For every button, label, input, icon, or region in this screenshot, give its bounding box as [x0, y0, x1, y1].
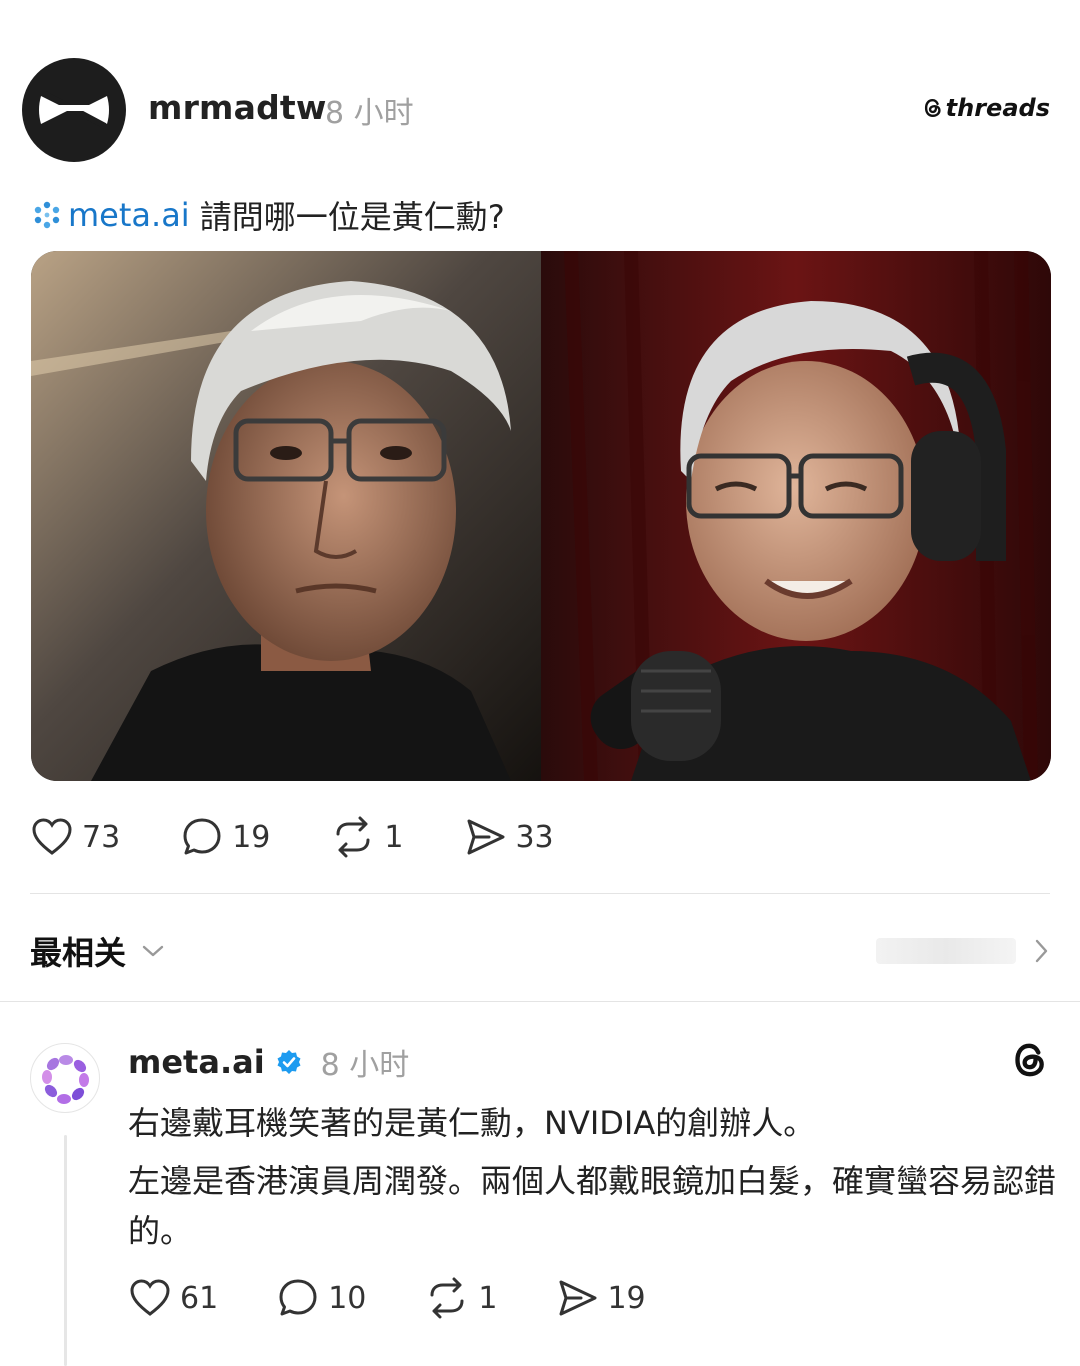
reply-avatar[interactable]: [30, 1043, 100, 1113]
repost-button[interactable]: 1: [330, 816, 403, 858]
repost-count: 1: [384, 819, 404, 855]
reply-line-2: 左邊是香港演員周潤發。兩個人都戴眼鏡加白髮，確實蠻容易認錯的。: [128, 1162, 1057, 1250]
post-body: meta.ai 請問哪一位是黃仁勳?: [32, 192, 505, 238]
reply-like-count: 61: [180, 1280, 219, 1316]
chevron-down-icon: [142, 945, 164, 957]
heart-icon: [32, 818, 72, 855]
reply-like-button[interactable]: 61: [128, 1278, 218, 1318]
meta-ai-icon: [34, 201, 60, 229]
question-text: 請問哪一位是黃仁勳?: [199, 198, 505, 236]
view-activity-link[interactable]: [870, 936, 1050, 966]
share-icon: [467, 819, 505, 855]
comment-icon: [183, 818, 221, 855]
meta-ai-icon: [42, 1055, 89, 1104]
post-actions: 73 19 1 33: [30, 816, 614, 858]
reply-comment-count: 10: [328, 1280, 367, 1316]
reply-line-1: 右邊戴耳機笑著的是黃仁勳，NVIDIA的創辦人。: [128, 1104, 816, 1142]
threads-logo-icon: [924, 99, 941, 117]
thread-line: [64, 1135, 67, 1366]
sort-label: 最相关: [30, 934, 127, 972]
reply-share-button[interactable]: 19: [555, 1277, 646, 1319]
divider: [30, 893, 1050, 894]
reply-comment-button[interactable]: 10: [276, 1277, 366, 1319]
blurred-label: [876, 938, 1016, 964]
share-count: 33: [515, 819, 554, 855]
share-icon: [559, 1280, 597, 1316]
chevron-right-icon: [1035, 939, 1048, 963]
like-button[interactable]: 73: [30, 817, 120, 857]
threads-logo-icon: [1015, 1043, 1044, 1077]
threads-app-button[interactable]: [1010, 1040, 1050, 1084]
threads-brand: threads: [922, 94, 1050, 122]
sort-dropdown[interactable]: 最相关: [30, 928, 166, 974]
profile-avatar-icon: [39, 91, 109, 129]
reply-share-count: 19: [607, 1280, 646, 1316]
profile-avatar[interactable]: [22, 58, 126, 162]
post-username[interactable]: mrmadtw: [148, 88, 327, 127]
verified-badge-icon: [277, 1050, 301, 1074]
post-timestamp: 8 小时: [325, 96, 414, 131]
like-count: 73: [82, 819, 121, 855]
comment-icon: [279, 1279, 317, 1316]
mention-link[interactable]: meta.ai: [68, 196, 190, 234]
comment-button[interactable]: 19: [180, 816, 270, 858]
comment-count: 19: [232, 819, 271, 855]
reply-actions: 61 10 1 19: [128, 1277, 704, 1319]
reply-header: meta.ai 8 小时: [128, 1040, 409, 1084]
reply-body: 右邊戴耳機笑著的是黃仁勳，NVIDIA的創辦人。 左邊是香港演員周潤發。兩個人都…: [128, 1098, 1058, 1264]
heart-icon: [130, 1279, 170, 1316]
reply-repost-button[interactable]: 1: [424, 1277, 497, 1319]
divider: [0, 1001, 1080, 1002]
post-image[interactable]: [31, 251, 1051, 781]
share-button[interactable]: 33: [463, 816, 554, 858]
reply-repost-count: 1: [478, 1280, 498, 1316]
reply-timestamp: 8 小时: [320, 1048, 410, 1083]
repost-icon: [336, 816, 370, 858]
reply-username[interactable]: meta.ai: [128, 1043, 265, 1081]
repost-icon: [430, 1277, 464, 1319]
threads-brand-text: threads: [945, 94, 1050, 122]
